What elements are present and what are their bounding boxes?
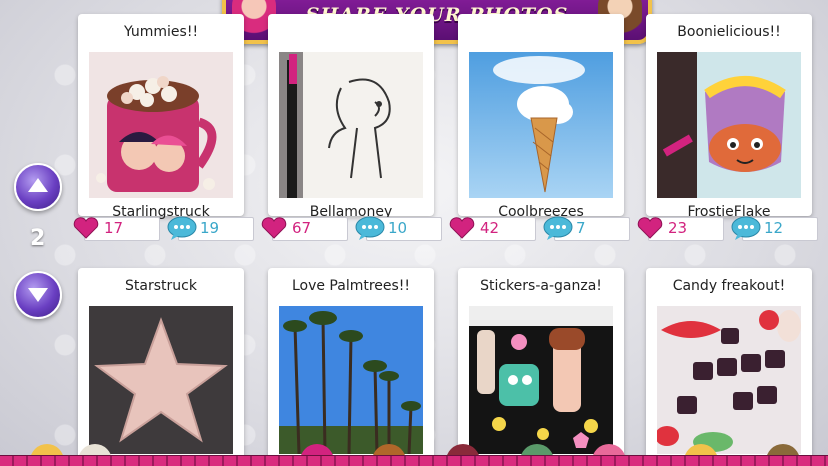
comment-bubble-icon[interactable] [730, 215, 762, 241]
photo-stats: 42 7 [448, 215, 630, 241]
photo-card[interactable]: Candy freakout! [646, 268, 812, 466]
likes-count: 17 [104, 219, 124, 237]
photo-card[interactable]: Boonielicious!! FrostieFlake [646, 14, 812, 220]
photo-title: Candy freakout! [672, 278, 786, 294]
photo-card[interactable]: Coolbreezes [458, 14, 624, 220]
comment-bubble-icon[interactable] [542, 215, 574, 241]
likes-count: 23 [668, 219, 688, 237]
photo-title: Stickers-a-ganza! [480, 278, 602, 294]
page-number: 2 [30, 226, 46, 251]
photo-title: Starstruck [125, 278, 197, 294]
photo-ice-cream-cloud[interactable] [469, 52, 613, 198]
arrow-down-icon [28, 288, 48, 302]
photo-stats: 23 12 [636, 215, 818, 241]
photo-hot-chocolate[interactable] [89, 52, 233, 198]
heart-icon[interactable] [448, 216, 476, 240]
page-down-button[interactable] [14, 271, 62, 319]
comment-bubble-icon[interactable] [166, 215, 198, 241]
photo-palm-trees[interactable] [279, 306, 423, 454]
photo-candy[interactable] [657, 306, 801, 454]
photo-card[interactable]: Yummies!! Starlingstruck [78, 14, 244, 220]
page-up-button[interactable] [14, 163, 62, 211]
comment-bubble-icon[interactable] [354, 215, 386, 241]
photo-walk-of-fame-star[interactable] [89, 306, 233, 454]
photo-card[interactable]: Love Palmtrees!! [268, 268, 434, 466]
photo-stats: 67 10 [260, 215, 442, 241]
photo-card[interactable]: Bellamoney [268, 14, 434, 220]
photo-card[interactable]: Starstruck [78, 268, 244, 466]
likes-count: 67 [292, 219, 312, 237]
comments-count: 7 [576, 219, 586, 237]
comments-count: 10 [388, 219, 408, 237]
photo-pony-sketch[interactable] [279, 52, 423, 198]
heart-icon[interactable] [636, 216, 664, 240]
arrow-up-icon [28, 178, 48, 192]
bottom-bar [0, 455, 828, 466]
comments-count: 19 [200, 219, 220, 237]
photo-title: Love Palmtrees!! [291, 278, 411, 294]
photo-card[interactable]: Stickers-a-ganza! [458, 268, 624, 466]
heart-icon[interactable] [72, 216, 100, 240]
photo-title: Boonielicious!! [677, 24, 781, 40]
photo-stats: 17 19 [72, 215, 254, 241]
photo-title: Yummies!! [123, 24, 199, 40]
comments-count: 12 [764, 219, 784, 237]
heart-icon[interactable] [260, 216, 288, 240]
photo-monster-sticker[interactable] [657, 52, 801, 198]
likes-count: 42 [480, 219, 500, 237]
photo-stickers[interactable] [469, 306, 613, 454]
